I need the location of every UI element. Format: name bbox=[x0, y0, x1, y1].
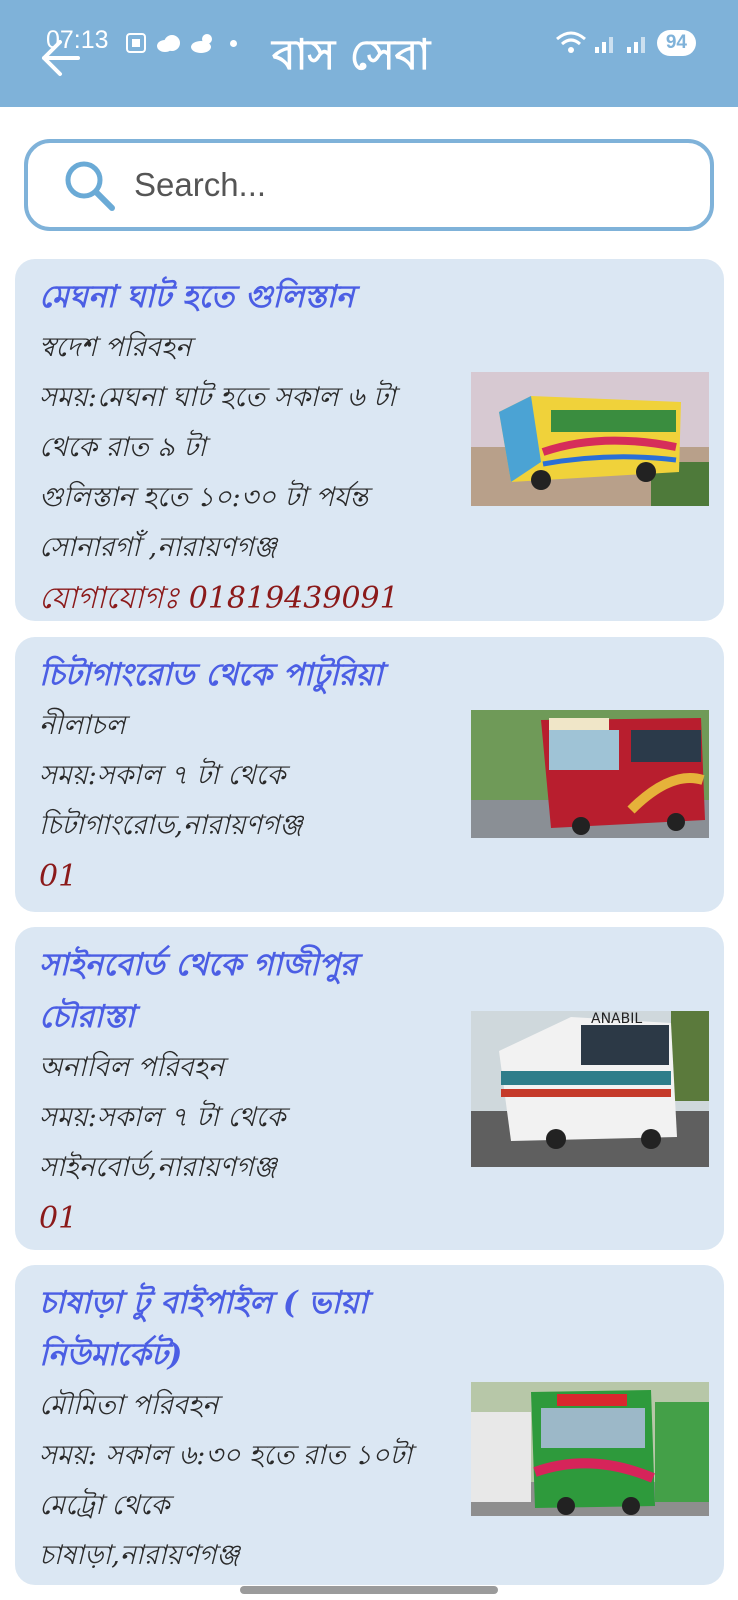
schedule-line: সময়:মেঘনা ঘাট হতে সকাল ৬ টা bbox=[39, 382, 396, 413]
app-bar: 07:13 বাস সেবা 94 bbox=[0, 0, 738, 107]
company-name: নীলাচল bbox=[39, 710, 126, 741]
location: চাষাড়া,নারায়ণগঞ্জ bbox=[39, 1540, 240, 1571]
status-notification-icons bbox=[124, 30, 237, 56]
route-title: নিউমার্কেট) bbox=[39, 1337, 183, 1373]
route-title: চাষাড়া টু বাইপাইল ( ভায়া bbox=[39, 1285, 368, 1321]
cloud-sun-icon bbox=[191, 34, 212, 53]
bus-card-text: চিটাগাংরোড থেকে পাটুরিয়া নীলাচল সময়:সক… bbox=[39, 649, 459, 903]
route-title: চিটাগাংরোড থেকে পাটুরিয়া bbox=[39, 657, 383, 693]
screenshot-icon bbox=[126, 33, 146, 53]
schedule-line: মেট্রো থেকে bbox=[39, 1490, 170, 1521]
company-name: মৌমিতা পরিবহন bbox=[39, 1390, 219, 1421]
schedule-line: গুলিস্তান হতে ১০:৩০ টা পর্যন্ত bbox=[39, 482, 369, 513]
route-title: চৌরাস্তা bbox=[39, 999, 135, 1035]
company-name: স্বদেশ পরিবহন bbox=[39, 332, 192, 363]
status-system-icons: 94 bbox=[555, 28, 696, 58]
bus-image bbox=[471, 372, 709, 506]
bus-card-text: সাইনবোর্ড থেকে গাজীপুর চৌরাস্তা অনাবিল প… bbox=[39, 939, 459, 1245]
contact-phone[interactable]: যোগাযোগঃ 01819439091 bbox=[39, 573, 459, 625]
wifi-icon bbox=[555, 31, 586, 53]
signal-icon bbox=[594, 37, 613, 53]
page-title: বাস সেবা bbox=[272, 30, 431, 79]
cloud-icon bbox=[157, 35, 180, 52]
location: চিটাগাংরোড,নারায়ণগঞ্জ bbox=[39, 810, 303, 841]
bus-card[interactable]: চিটাগাংরোড থেকে পাটুরিয়া নীলাচল সময়:সক… bbox=[15, 637, 724, 912]
bus-card[interactable]: চাষাড়া টু বাইপাইল ( ভায়া নিউমার্কেট) ম… bbox=[15, 1265, 724, 1585]
bus-card[interactable]: মেঘনা ঘাট হতে গুলিস্তান স্বদেশ পরিবহন সম… bbox=[15, 259, 724, 621]
battery-indicator: 94 bbox=[656, 30, 696, 56]
home-indicator[interactable] bbox=[240, 1586, 498, 1594]
bus-card-text: মেঘনা ঘাট হতে গুলিস্তান স্বদেশ পরিবহন সম… bbox=[39, 271, 459, 625]
search-bar[interactable] bbox=[24, 139, 714, 231]
bus-sign-text: ANABIL bbox=[591, 1011, 642, 1027]
route-title: সাইনবোর্ড থেকে গাজীপুর bbox=[39, 947, 357, 983]
schedule-line: থেকে রাত ৯ টা bbox=[39, 432, 206, 463]
bus-image: ANABIL bbox=[471, 1011, 709, 1167]
status-time: 07:13 bbox=[46, 26, 109, 54]
contact-phone[interactable]: 01 bbox=[39, 851, 459, 903]
location: সাইনবোর্ড,নারায়ণগঞ্জ bbox=[39, 1152, 277, 1183]
bus-image bbox=[471, 710, 709, 838]
signal-icon-2 bbox=[626, 37, 645, 53]
dot-icon bbox=[230, 39, 237, 47]
search-icon bbox=[65, 161, 115, 211]
search-input[interactable] bbox=[134, 166, 654, 204]
schedule-line: সময়: সকাল ৬:৩০ হতে রাত ১০টা bbox=[39, 1440, 413, 1471]
company-name: অনাবিল পরিবহন bbox=[39, 1052, 225, 1083]
schedule-line: সময়:সকাল ৭ টা থেকে bbox=[39, 760, 286, 791]
location: সোনারগাঁ ,নারায়ণগঞ্জ bbox=[39, 532, 277, 563]
contact-phone[interactable]: 01 bbox=[39, 1193, 459, 1245]
bus-image bbox=[471, 1382, 709, 1516]
bus-card[interactable]: সাইনবোর্ড থেকে গাজীপুর চৌরাস্তা অনাবিল প… bbox=[15, 927, 724, 1250]
bus-card-text: চাষাড়া টু বাইপাইল ( ভায়া নিউমার্কেট) ম… bbox=[39, 1277, 459, 1581]
schedule-line: সময়:সকাল ৭ টা থেকে bbox=[39, 1102, 286, 1133]
route-title: মেঘনা ঘাট হতে গুলিস্তান bbox=[39, 279, 355, 315]
